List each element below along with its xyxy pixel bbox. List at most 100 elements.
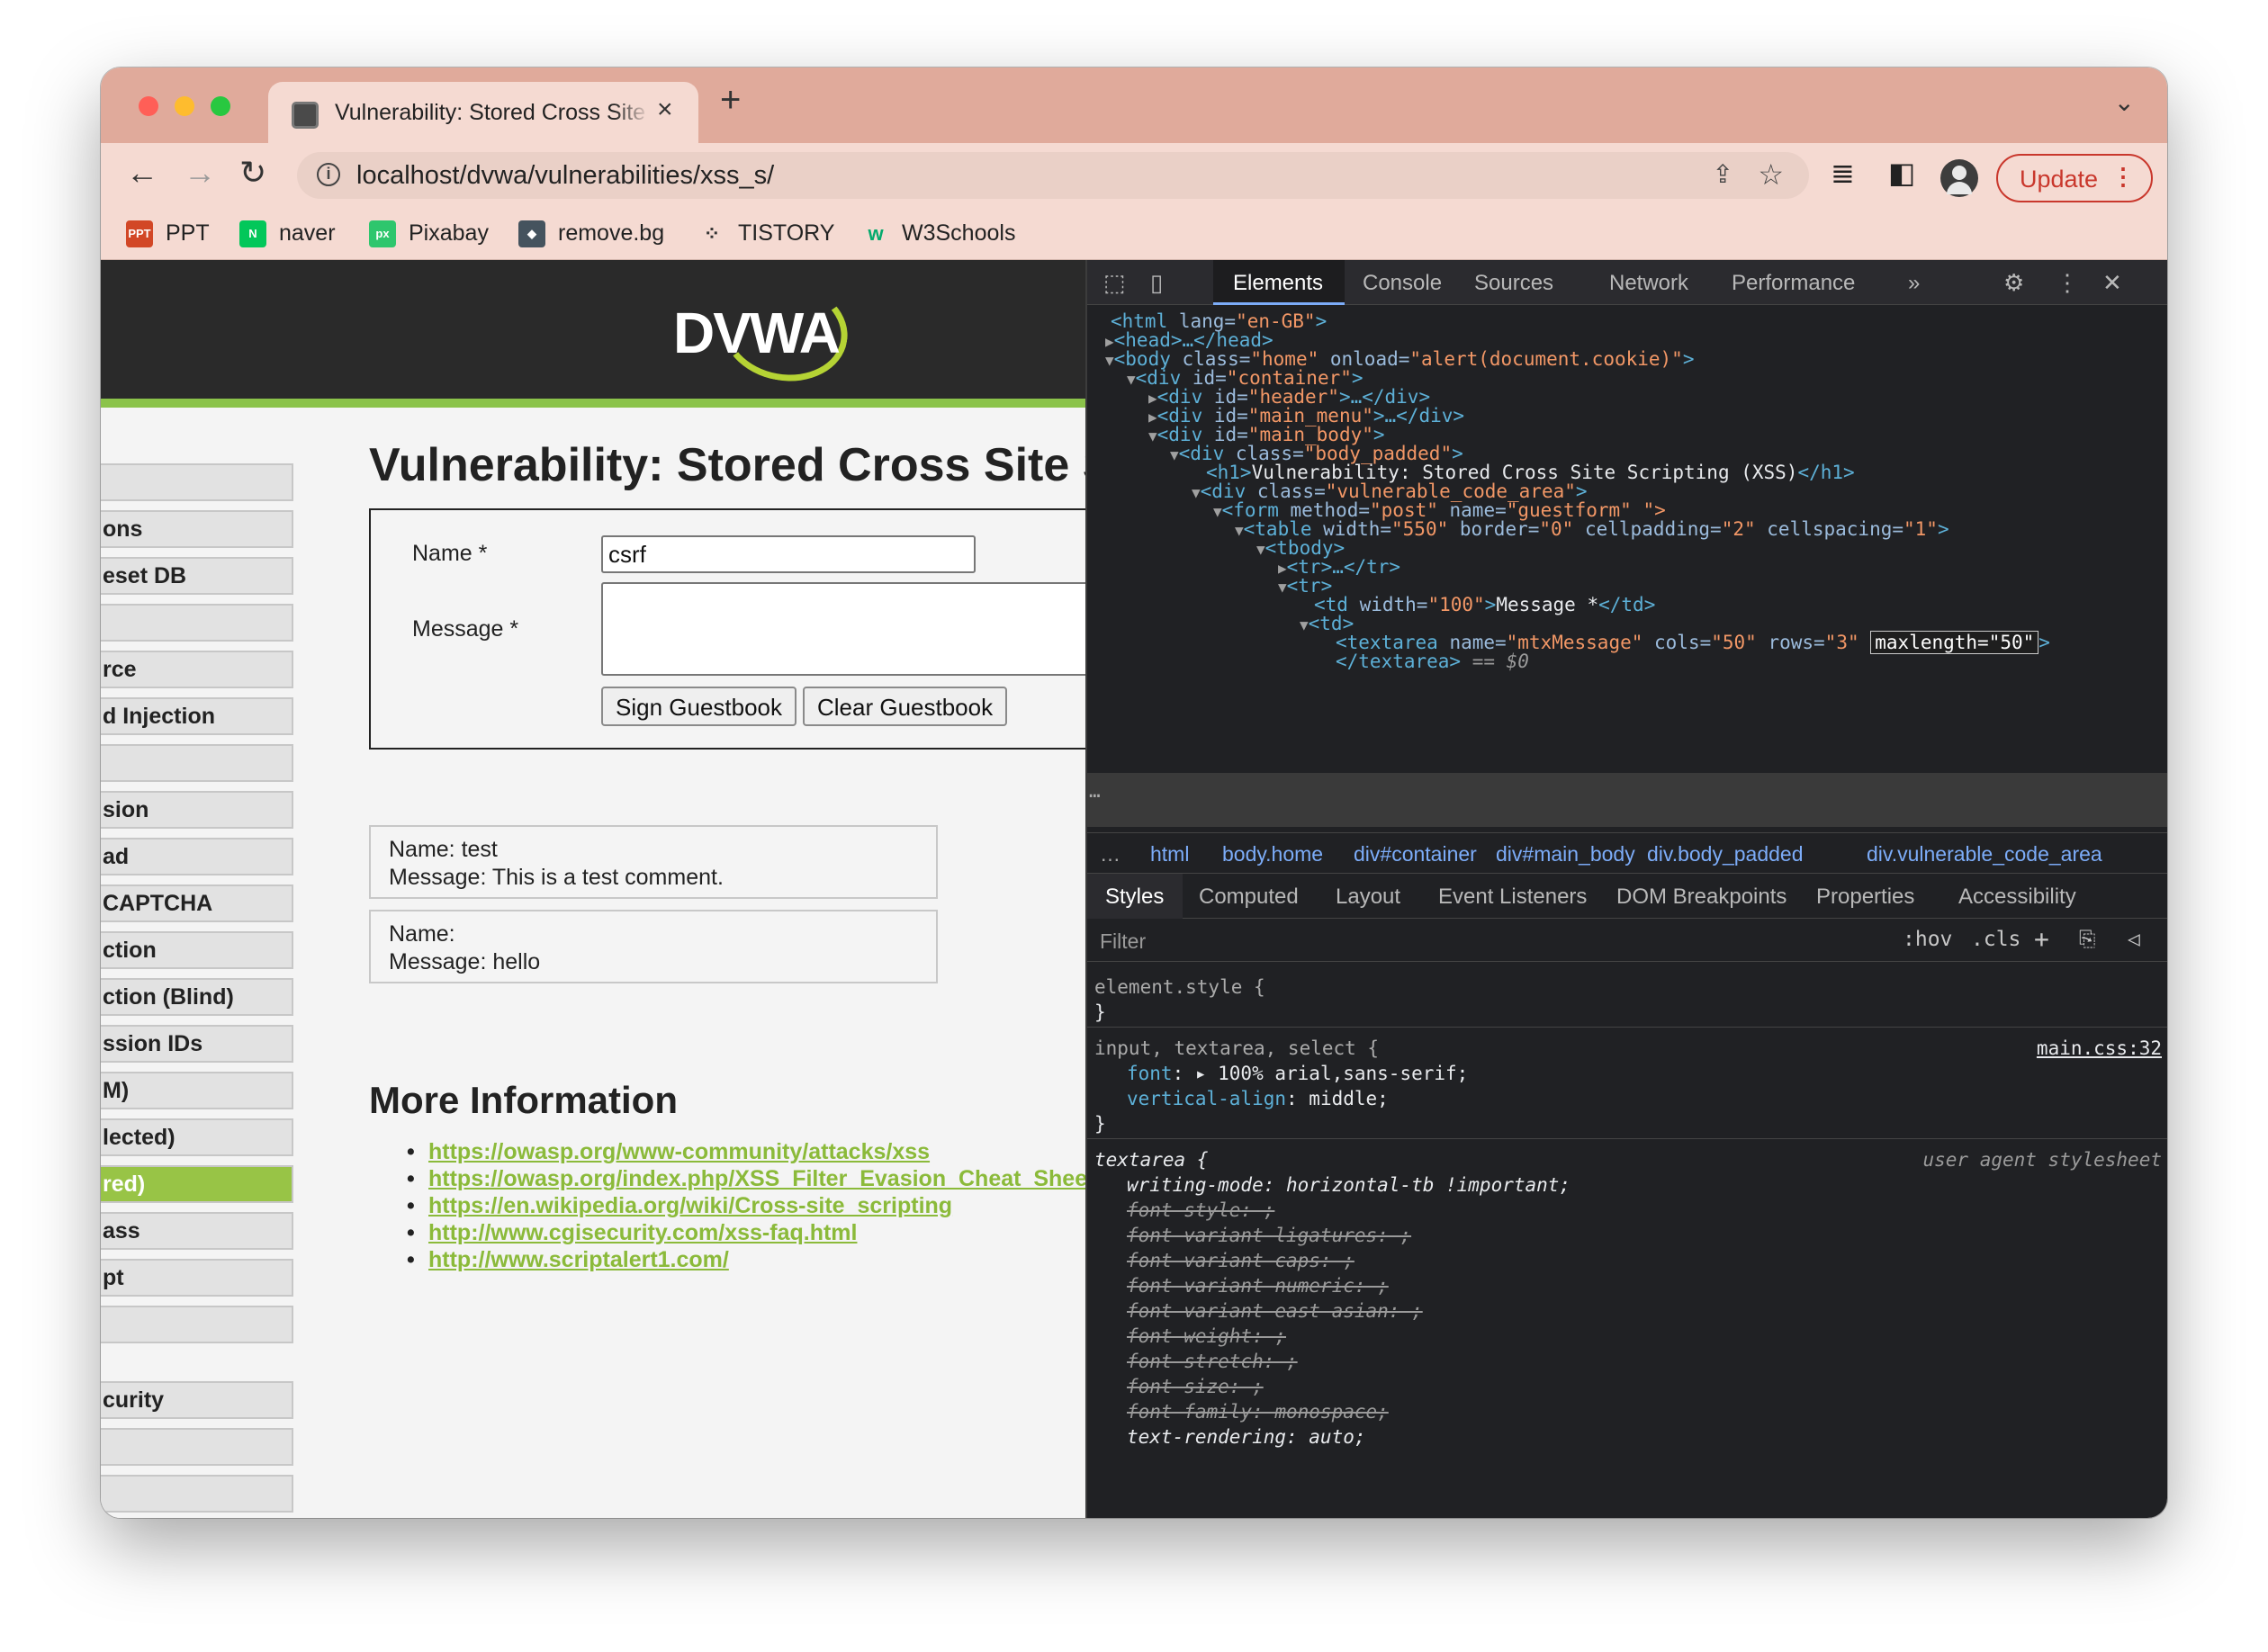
breadcrumb-item[interactable]: html [1150,842,1189,866]
menu-item[interactable]: CAPTCHA [101,884,293,922]
menu-item[interactable] [101,463,293,501]
paint-brush-icon[interactable]: ⎘ [2079,928,2095,951]
breadcrumb-item[interactable]: div#container [1354,842,1477,866]
more-tabs-icon[interactable]: » [1908,271,1920,296]
menu-item[interactable] [101,1475,293,1513]
css-property[interactable]: text-rendering: auto; [1127,1426,1366,1448]
css-property[interactable]: font-weight: ; [1127,1325,1286,1347]
forward-arrow-icon[interactable]: → [184,154,216,192]
new-rule-plus-icon[interactable]: + [2034,924,2049,954]
inspect-element-icon[interactable]: ⬚ [1103,269,1126,297]
menu-item[interactable]: ssion IDs [101,1025,293,1063]
breadcrumb-item[interactable]: body.home [1222,842,1323,866]
menu-item[interactable] [101,744,293,782]
side-panel-icon[interactable]: ◧ [1888,156,1915,190]
tab-elements[interactable]: Elements [1233,271,1323,296]
element-style-selector[interactable]: element.style { [1094,976,1265,998]
css-property[interactable]: font-family: monospace; [1127,1401,1389,1423]
reload-icon[interactable]: ↻ [239,154,266,192]
menu-item[interactable]: lected) [101,1118,293,1156]
reading-list-icon[interactable]: ≣ [1831,156,1855,190]
subtab-dom-breakpoints[interactable]: DOM Breakpoints [1616,884,1786,910]
dom-line[interactable]: <td width="100">Message *</td> [1314,594,1655,615]
class-toggle[interactable]: .cls [1971,928,2020,951]
rule-selector[interactable]: textarea { [1094,1149,1208,1171]
css-property[interactable]: writing-mode: horizontal-tb !important; [1127,1174,1570,1196]
collapse-triangle-icon[interactable]: ▼ [1300,616,1309,633]
collapse-triangle-icon[interactable]: ▼ [1148,427,1157,444]
menu-item[interactable]: ction (Blind) [101,978,293,1016]
css-property[interactable]: vertical-align: middle; [1127,1088,1389,1109]
tab-console[interactable]: Console [1363,271,1442,296]
menu-item[interactable] [101,1428,293,1466]
bookmark-removebg[interactable]: ◆ remove.bg [518,220,664,248]
breadcrumb-item[interactable]: div#main_body [1496,842,1635,866]
reference-link[interactable]: http://www.cgisecurity.com/xss-faq.html [407,1219,1085,1246]
maximize-window-button[interactable] [211,96,230,116]
menu-item[interactable]: ad [101,838,293,875]
bookmark-pixabay[interactable]: px Pixabay [369,220,489,248]
url-text[interactable]: localhost/dvwa/vulnerabilities/xss_s/ [356,161,774,191]
breadcrumb-item[interactable]: div.body_padded [1647,842,1804,866]
reference-link[interactable]: https://owasp.org/www-community/attacks/… [407,1138,1085,1165]
node-menu-ellipsis[interactable]: … [1089,780,1101,802]
css-property[interactable]: font-variant-ligatures: ; [1127,1225,1411,1246]
rule-selector[interactable]: input, textarea, select { [1094,1037,1379,1059]
subtab-computed[interactable]: Computed [1199,884,1299,910]
hover-state-toggle[interactable]: :hov [1903,928,1952,951]
menu-item[interactable]: sion [101,791,293,829]
tab-sources[interactable]: Sources [1474,271,1553,296]
menu-item[interactable]: d Injection [101,697,293,735]
bookmark-star-icon[interactable]: ☆ [1758,157,1784,192]
menu-item[interactable]: eset DB [101,557,293,595]
bookmark-naver[interactable]: Nnaver [239,220,336,248]
name-input[interactable]: csrf [601,535,976,573]
css-property[interactable]: font-variant-east-asian: ; [1127,1300,1423,1322]
subtab-accessibility[interactable]: Accessibility [1958,884,2076,910]
dom-line[interactable]: </textarea> == $0 [1336,651,1529,672]
tab-performance[interactable]: Performance [1732,271,1855,296]
update-button[interactable]: Update ⋮ [1996,154,2153,202]
menu-item[interactable]: ass [101,1212,293,1250]
collapse-triangle-icon[interactable]: ▼ [1192,484,1201,501]
css-property[interactable]: font-variant-caps: ; [1127,1250,1354,1271]
close-window-button[interactable] [139,96,158,116]
minimize-window-button[interactable] [175,96,194,116]
share-icon[interactable]: ⇪ [1713,159,1733,189]
collapse-triangle-icon[interactable]: ▼ [1235,522,1244,539]
collapse-triangle-icon[interactable]: ▼ [1105,352,1114,369]
breadcrumb-ellipsis[interactable]: … [1100,842,1120,866]
tab-network[interactable]: Network [1609,271,1688,296]
attribute-edit-field[interactable]: maxlength="50" [1870,631,2039,654]
reference-link[interactable]: http://www.scriptalert1.com/ [407,1246,1085,1273]
tab-close-icon[interactable]: × [657,94,673,125]
menu-item[interactable]: M) [101,1072,293,1109]
profile-avatar[interactable] [1940,159,1978,197]
devtools-menu-icon[interactable]: ⋮ [2056,269,2079,297]
subtab-layout[interactable]: Layout [1336,884,1400,910]
reference-link[interactable]: https://en.wikipedia.org/wiki/Cross-site… [407,1192,1085,1219]
sign-guestbook-button[interactable]: Sign Guestbook [601,687,797,726]
collapse-triangle-icon[interactable]: ▼ [1256,541,1265,558]
menu-item[interactable]: pt [101,1259,293,1297]
bookmark-w3schools[interactable]: w W3Schools [862,220,1015,247]
collapse-triangle-icon[interactable]: ▼ [1127,371,1136,388]
new-tab-button[interactable]: + [720,80,741,121]
site-info-icon[interactable]: i [317,163,340,186]
device-toolbar-icon[interactable]: ▯ [1150,269,1163,297]
collapse-triangle-icon[interactable]: ▼ [1170,446,1179,463]
stylesheet-source-link[interactable]: main.css:32 [2037,1037,2162,1059]
menu-item[interactable]: ons [101,510,293,548]
close-devtools-icon[interactable]: ✕ [2102,269,2122,297]
subtab-event-listeners[interactable]: Event Listeners [1438,884,1587,910]
toggle-sidebar-icon[interactable]: ◁ [2128,928,2140,951]
menu-item[interactable] [101,1306,293,1343]
filter-input[interactable]: Filter [1100,929,1146,954]
css-property[interactable]: font-style: ; [1127,1199,1274,1221]
collapse-triangle-icon[interactable]: ▼ [1278,579,1287,596]
menu-item[interactable]: curity [101,1381,293,1419]
subtab-properties[interactable]: Properties [1816,884,1914,910]
browser-tab[interactable]: Vulnerability: Stored Cross Site Scripti… [268,82,698,143]
menu-item[interactable] [101,604,293,642]
css-property[interactable]: font: ▸ 100% arial,sans-serif; [1127,1063,1468,1084]
